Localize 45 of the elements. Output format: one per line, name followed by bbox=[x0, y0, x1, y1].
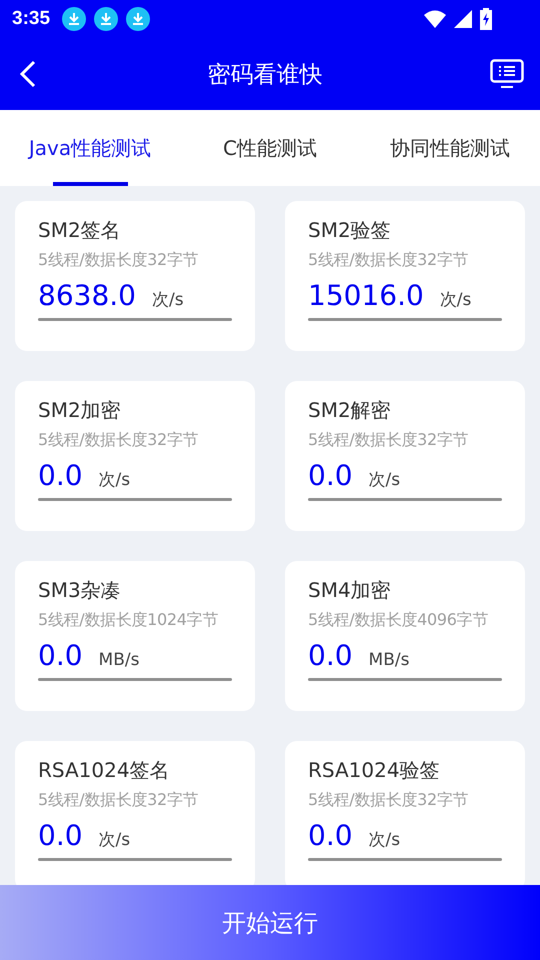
download-icon bbox=[126, 7, 150, 31]
result-unit: 次/s bbox=[440, 289, 472, 311]
app-title: 密码看谁快 bbox=[206, 60, 324, 90]
card-title: SM2加密 bbox=[38, 397, 122, 424]
signal-icon bbox=[454, 10, 472, 28]
card-title: SM2验签 bbox=[308, 217, 392, 244]
card-title: SM2解密 bbox=[308, 397, 392, 424]
status-time: 3:35 bbox=[12, 8, 50, 30]
card-title: SM4加密 bbox=[308, 577, 392, 604]
battery-icon bbox=[480, 8, 492, 30]
result-value: 15016.0 bbox=[308, 279, 424, 312]
result-value: 0.0 bbox=[38, 819, 83, 852]
tab[interactable]: C性能测试 bbox=[180, 110, 360, 186]
download-icon bbox=[94, 7, 118, 31]
card-subtitle: 5线程/数据长度32字节 bbox=[308, 430, 470, 451]
result-value: 0.0 bbox=[38, 459, 83, 492]
result-unit: 次/s bbox=[368, 829, 400, 851]
result-value: 0.0 bbox=[38, 639, 83, 672]
card-subtitle: 5线程/数据长度4096字节 bbox=[308, 610, 490, 631]
tab[interactable]: Java性能测试 bbox=[0, 110, 180, 186]
result-unit: MB/s bbox=[98, 650, 140, 670]
result-value: 0.0 bbox=[308, 639, 353, 672]
card-subtitle: 5线程/数据长度32字节 bbox=[308, 790, 470, 811]
card-subtitle: 5线程/数据长度32字节 bbox=[308, 250, 470, 271]
card-title: RSA1024验签 bbox=[308, 757, 441, 784]
card-title: RSA1024签名 bbox=[38, 757, 171, 784]
result-value: 8638.0 bbox=[38, 279, 136, 312]
start-button[interactable]: 开始运行 bbox=[0, 885, 540, 960]
card-title: SM3杂凑 bbox=[38, 577, 122, 604]
monitor-list-icon[interactable] bbox=[490, 59, 524, 89]
card-subtitle: 5线程/数据长度32字节 bbox=[38, 430, 200, 451]
card-title: SM2签名 bbox=[38, 217, 122, 244]
card-subtitle: 5线程/数据长度32字节 bbox=[38, 790, 200, 811]
result-value: 0.0 bbox=[308, 459, 353, 492]
result-value: 0.0 bbox=[308, 819, 353, 852]
result-unit: 次/s bbox=[368, 469, 400, 491]
result-unit: 次/s bbox=[98, 829, 130, 851]
download-icon bbox=[62, 7, 86, 31]
tab[interactable]: 协同性能测试 bbox=[360, 110, 540, 186]
wifi-icon bbox=[424, 10, 446, 28]
result-unit: 次/s bbox=[152, 289, 184, 311]
result-unit: 次/s bbox=[98, 469, 130, 491]
result-unit: MB/s bbox=[368, 650, 410, 670]
card-subtitle: 5线程/数据长度1024字节 bbox=[38, 610, 220, 631]
card-subtitle: 5线程/数据长度32字节 bbox=[38, 250, 200, 271]
